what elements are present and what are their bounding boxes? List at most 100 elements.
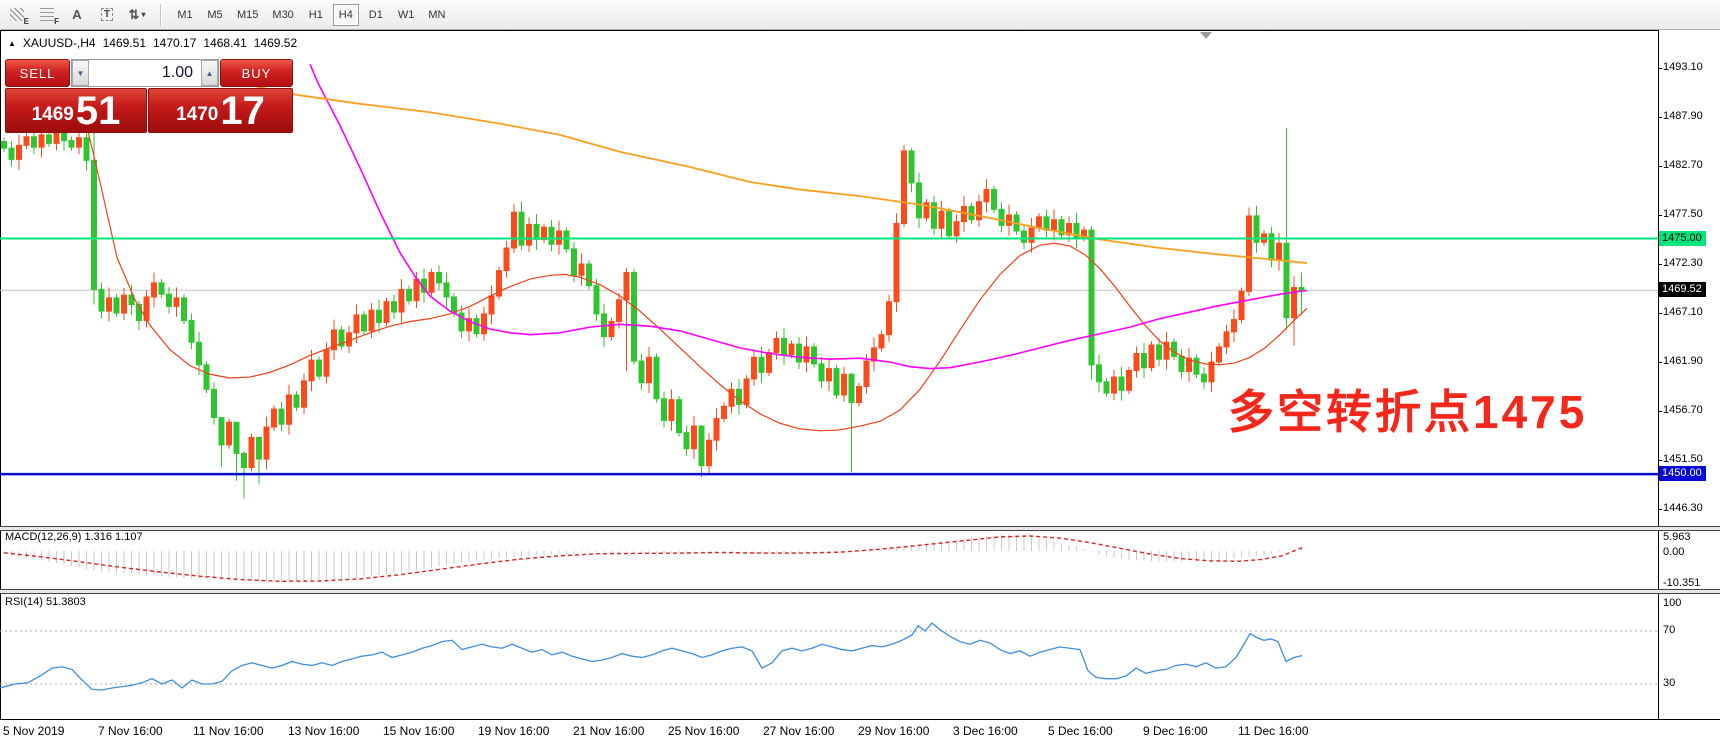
candle-body	[827, 369, 832, 381]
rsi-label: RSI(14) 51.3803	[5, 596, 86, 608]
timeframe-button-mn[interactable]: MN	[423, 4, 450, 26]
price-scale[interactable]: 1493.101487.901482.701477.501472.301467.…	[1659, 0, 1720, 745]
candle-body	[504, 248, 509, 271]
candle-body	[152, 283, 157, 297]
candle-body	[204, 365, 209, 390]
sell-button[interactable]: SELL	[5, 59, 70, 87]
candle-body	[227, 422, 232, 445]
buy-price-display[interactable]: 1470 17	[148, 88, 293, 133]
time-axis-label: 7 Nov 16:00	[98, 724, 163, 738]
candle-body	[1022, 231, 1027, 242]
candle-body	[609, 321, 614, 336]
one-click-trading-panel: SELL ▼ ▲ BUY 1469 51 1470 17	[5, 57, 291, 129]
candle-body	[324, 350, 329, 376]
candle-body	[572, 249, 577, 275]
timeframe-button-d1[interactable]: D1	[363, 4, 389, 26]
candle-body	[212, 389, 217, 417]
candle-body	[84, 138, 89, 161]
candle-body	[917, 183, 922, 218]
candle-body	[789, 344, 794, 354]
candle-body	[864, 361, 869, 386]
candle-body	[272, 409, 277, 427]
timeframe-button-h4[interactable]: H4	[333, 4, 359, 26]
candle-body	[587, 264, 592, 286]
candle-body	[992, 190, 997, 210]
candle-body	[1157, 345, 1162, 359]
collapse-triangle-icon[interactable]: ▲	[8, 39, 16, 48]
candle-body	[369, 310, 374, 331]
timeframe-buttons: M1M5M15M30H1H4D1W1MN	[170, 4, 452, 26]
candle-body	[534, 224, 539, 239]
chevron-down-icon[interactable]: ▾	[141, 10, 145, 19]
candle-body	[692, 426, 697, 449]
candle-body	[474, 319, 479, 334]
price-tick-label: 1461.90	[1663, 355, 1703, 367]
candle-body	[437, 272, 442, 282]
candle-body	[197, 342, 202, 365]
timeframe-button-m30[interactable]: M30	[267, 4, 298, 26]
timeframe-button-h1[interactable]: H1	[303, 4, 329, 26]
candle-body	[287, 395, 292, 424]
candle-body	[347, 333, 352, 346]
candle-body	[1044, 217, 1049, 230]
candle-body	[77, 138, 82, 147]
price-tick-label: 1456.70	[1663, 404, 1703, 416]
time-axis[interactable]: 5 Nov 20197 Nov 16:0011 Nov 16:0013 Nov …	[0, 720, 1720, 745]
candle-body	[362, 315, 367, 331]
candle-body	[902, 151, 907, 224]
candle-body	[1127, 370, 1132, 390]
candle-body	[294, 395, 299, 407]
timeframe-button-w1[interactable]: W1	[393, 4, 420, 26]
candle-body	[812, 347, 817, 364]
candle-body	[114, 298, 119, 313]
fibonacci-retracement-icon[interactable]: F	[34, 4, 60, 26]
time-axis-label: 11 Dec 16:00	[1238, 724, 1309, 738]
candle-body	[804, 347, 809, 362]
arrows-tool-icon[interactable]: ⇅▾	[124, 4, 150, 26]
candle-body	[377, 310, 382, 322]
candle-body	[647, 357, 652, 382]
symbol-label: XAUUSD-,H4	[23, 36, 96, 50]
candle-body	[684, 433, 689, 449]
candle-body	[887, 302, 892, 335]
candle-body	[1179, 356, 1184, 371]
time-axis-label: 5 Dec 16:00	[1048, 724, 1113, 738]
volume-decrease-button[interactable]: ▼	[72, 60, 89, 86]
candle-body	[677, 400, 682, 433]
timeframe-button-m5[interactable]: M5	[202, 4, 228, 26]
candle-body	[549, 227, 554, 244]
candle-body	[699, 426, 704, 466]
sell-price-display[interactable]: 1469 51	[5, 88, 147, 133]
candle-body	[167, 294, 172, 306]
candle-body	[1202, 374, 1207, 382]
volume-increase-button[interactable]: ▲	[201, 60, 218, 86]
price-tick-label: 1451.50	[1663, 453, 1703, 465]
candle-body	[392, 302, 397, 312]
candle-body	[857, 387, 862, 403]
time-axis-label: 13 Nov 16:00	[288, 724, 359, 738]
price-badge-1450.00: 1450.00	[1659, 466, 1706, 481]
macd-canvas[interactable]	[0, 530, 1658, 589]
timeframe-button-m15[interactable]: M15	[232, 4, 263, 26]
price-tick-label: 1467.10	[1663, 306, 1703, 318]
candle-body	[9, 148, 14, 159]
time-axis-label: 9 Dec 16:00	[1143, 724, 1208, 738]
rsi-canvas[interactable]	[0, 593, 1658, 719]
buy-button[interactable]: BUY	[220, 59, 293, 87]
candle-body	[594, 286, 599, 314]
candle-body	[744, 379, 749, 404]
volume-input[interactable]	[89, 60, 201, 86]
chart-title: ▲ XAUUSD-,H4 1469.51 1470.17 1468.41 146…	[8, 36, 297, 50]
toolbar-separator	[160, 4, 162, 26]
candle-body	[1217, 347, 1222, 362]
candle-body	[1299, 288, 1304, 291]
candle-body	[407, 289, 412, 300]
candle-body	[1119, 377, 1124, 390]
candle-body	[707, 440, 712, 465]
text-label-icon[interactable]: T	[94, 4, 120, 26]
text-tool-icon[interactable]: A	[64, 4, 90, 26]
equidistant-channel-icon[interactable]: E	[4, 4, 30, 26]
toolbar: E F A T ⇅▾ M1M5M15M30H1H4D1W1MN	[0, 0, 1720, 30]
macd-label: MACD(12,26,9) 1.316 1.107	[5, 531, 143, 543]
timeframe-button-m1[interactable]: M1	[172, 4, 198, 26]
